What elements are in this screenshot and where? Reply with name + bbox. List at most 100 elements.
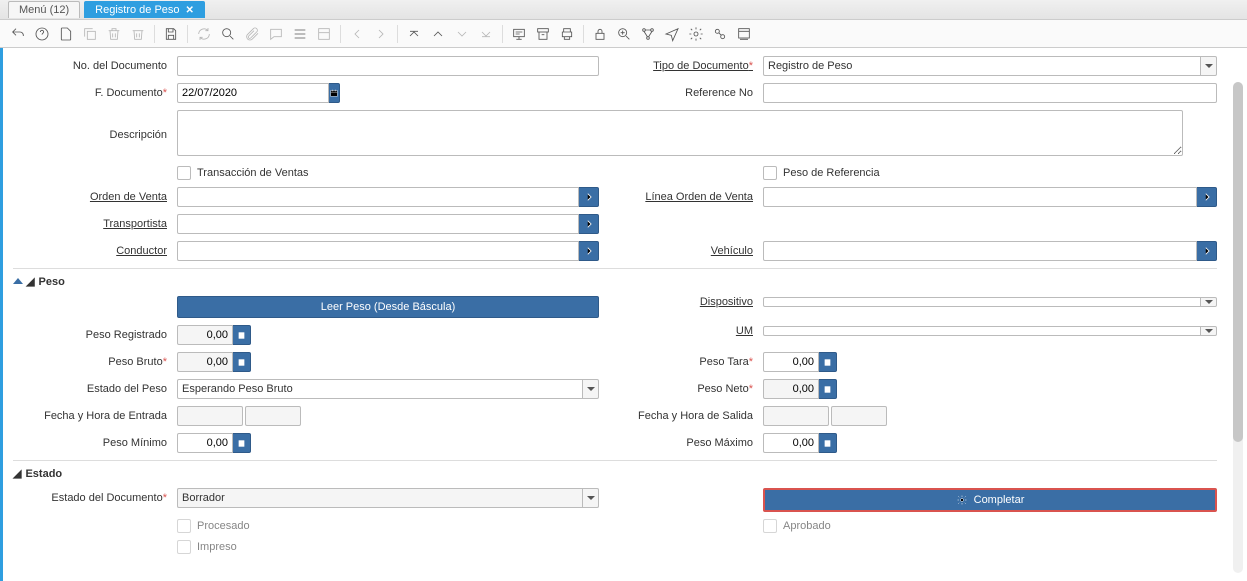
driver-input[interactable] (177, 241, 579, 261)
doc-type-value: Registro de Peso (763, 56, 1201, 76)
ref-no-input[interactable] (763, 83, 1217, 103)
prev-icon[interactable] (347, 24, 367, 44)
label-exit-datetime: Fecha y Hora de Salida (599, 410, 763, 422)
lookup-icon[interactable] (579, 241, 599, 261)
grid-icon[interactable] (290, 24, 310, 44)
ref-weight-checkbox[interactable]: Peso de Referencia (763, 166, 880, 180)
process-icon[interactable] (710, 24, 730, 44)
label-net-weight: Peso Neto (599, 383, 763, 395)
calc-icon[interactable] (819, 352, 837, 372)
tab-menu-label: Menú (12) (19, 4, 69, 16)
calendar-icon[interactable] (329, 83, 340, 103)
sales-order-line-input[interactable] (763, 187, 1197, 207)
report-icon[interactable] (509, 24, 529, 44)
copy-icon[interactable] (80, 24, 100, 44)
zoom-icon[interactable] (614, 24, 634, 44)
scrollbar-vertical[interactable] (1233, 82, 1243, 573)
calc-icon[interactable] (233, 325, 251, 345)
calc-icon[interactable] (233, 433, 251, 453)
sales-tx-checkbox[interactable]: Transacción de Ventas (177, 166, 309, 180)
tare-weight-input[interactable] (763, 352, 819, 372)
gross-weight-input (177, 352, 233, 372)
last-icon[interactable] (476, 24, 496, 44)
save-icon[interactable] (161, 24, 181, 44)
label-ref-weight: Peso de Referencia (783, 167, 880, 179)
doc-status-select[interactable]: Borrador (177, 488, 599, 508)
close-icon[interactable]: ✕ (186, 5, 194, 16)
label-entry-datetime: Fecha y Hora de Entrada (13, 410, 177, 422)
tab-registro-peso[interactable]: Registro de Peso ✕ (84, 1, 205, 18)
label-device: Dispositivo (599, 296, 763, 308)
tab-active-label: Registro de Peso (95, 4, 179, 16)
delete2-icon[interactable] (128, 24, 148, 44)
entry-time-input (245, 406, 301, 426)
label-description: Descripción (13, 129, 177, 141)
net-weight-input (763, 379, 819, 399)
label-min-weight: Peso Mínimo (13, 437, 177, 449)
exit-date-input (763, 406, 829, 426)
layout-icon[interactable] (314, 24, 334, 44)
label-tare-weight: Peso Tara (599, 356, 763, 368)
chevron-down-icon (583, 488, 599, 508)
print-icon[interactable] (557, 24, 577, 44)
lookup-icon[interactable] (579, 214, 599, 234)
label-ref-no: Reference No (599, 87, 763, 99)
calc-icon[interactable] (819, 379, 837, 399)
doc-date-input[interactable] (177, 83, 329, 103)
chat-icon[interactable] (266, 24, 286, 44)
min-weight-input[interactable] (177, 433, 233, 453)
doc-type-select[interactable]: Registro de Peso (763, 56, 1217, 76)
scrollbar-thumb[interactable] (1233, 82, 1243, 442)
tab-menu[interactable]: Menú (12) (8, 1, 80, 18)
lookup-icon[interactable] (579, 187, 599, 207)
read-weight-button[interactable]: Leer Peso (Desde Báscula) (177, 296, 599, 318)
help-icon[interactable] (32, 24, 52, 44)
weight-status-select[interactable]: Esperando Peso Bruto (177, 379, 599, 399)
toolbar (0, 20, 1247, 48)
info-icon[interactable] (734, 24, 754, 44)
attachment-icon[interactable] (242, 24, 262, 44)
vehicle-input[interactable] (763, 241, 1197, 261)
label-sales-tx: Transacción de Ventas (197, 167, 309, 179)
send-icon[interactable] (662, 24, 682, 44)
label-processed: Procesado (197, 520, 250, 532)
label-gross-weight: Peso Bruto (13, 356, 177, 368)
read-weight-label: Leer Peso (Desde Báscula) (321, 301, 456, 313)
lookup-icon[interactable] (1197, 241, 1217, 261)
description-textarea[interactable] (177, 110, 1183, 156)
chevron-down-icon (1201, 56, 1217, 76)
sales-order-input[interactable] (177, 187, 579, 207)
carrier-input[interactable] (177, 214, 579, 234)
section-estado-header[interactable]: ◢ Estado (13, 467, 1217, 480)
max-weight-input[interactable] (763, 433, 819, 453)
doc-no-input[interactable] (177, 56, 599, 76)
label-registered-weight: Peso Registrado (13, 329, 177, 341)
down-icon[interactable] (452, 24, 472, 44)
um-select[interactable] (763, 326, 1217, 336)
section-peso-header[interactable]: ◢ Peso (13, 275, 1217, 288)
section-peso-label: Peso (39, 276, 65, 288)
checkbox-icon (177, 166, 191, 180)
workflow-icon[interactable] (638, 24, 658, 44)
search-icon[interactable] (218, 24, 238, 44)
up-icon[interactable] (428, 24, 448, 44)
checkbox-icon (763, 519, 777, 533)
registered-weight-input (177, 325, 233, 345)
delete-icon[interactable] (104, 24, 124, 44)
lookup-icon[interactable] (1197, 187, 1217, 207)
chevron-down-icon (1201, 326, 1217, 336)
archive-icon[interactable] (533, 24, 553, 44)
complete-button[interactable]: Completar (763, 488, 1217, 512)
entry-date-input (177, 406, 243, 426)
undo-icon[interactable] (8, 24, 28, 44)
new-icon[interactable] (56, 24, 76, 44)
lock-icon[interactable] (590, 24, 610, 44)
calc-icon[interactable] (819, 433, 837, 453)
gear-icon[interactable] (686, 24, 706, 44)
next-icon[interactable] (371, 24, 391, 44)
refresh-icon[interactable] (194, 24, 214, 44)
device-select[interactable] (763, 297, 1217, 307)
doc-status-value: Borrador (177, 488, 583, 508)
first-icon[interactable] (404, 24, 424, 44)
calc-icon[interactable] (233, 352, 251, 372)
